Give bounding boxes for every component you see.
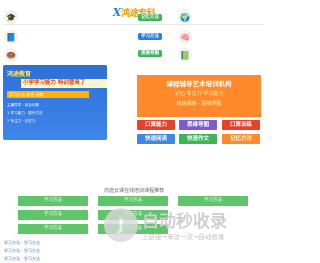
top-item-label: 思维导图: [138, 50, 162, 57]
header-divider: [4, 24, 264, 25]
button-course[interactable]: 口算训练: [222, 120, 260, 130]
course-link[interactable]: 学习方法: [98, 196, 168, 206]
top-item-4[interactable]: 🧠: [178, 30, 192, 44]
promo-headline: 小学学习能力 特训营来了: [21, 79, 107, 88]
course-icon: 🍩: [4, 48, 18, 62]
top-item-1[interactable]: 🎓: [4, 10, 18, 24]
section-title: 鸿途云课在线培训课程推荐: [103, 188, 164, 194]
promo-right-line: 记忆·专注力·学习能力: [174, 91, 224, 97]
site-logo[interactable]: X鸿途专科: [0, 6, 268, 19]
promo-row: 主编导学 · 综合训练: [7, 103, 40, 107]
course-icon: 🧠: [178, 30, 192, 44]
top-item-1-text[interactable]: 记忆方法: [138, 14, 162, 21]
footer-link[interactable]: 学习方法 · 学习方法: [4, 248, 40, 254]
button-course[interactable]: 快速作文: [179, 134, 217, 144]
top-item-5[interactable]: 🍩: [4, 48, 18, 62]
promo-banner-left[interactable]: 鸿途教育 小学学习能力 特训营来了 学习方法 综合 训练 主编导学 · 综合训练…: [3, 65, 107, 140]
top-item-3[interactable]: 📘: [4, 30, 18, 44]
logo-x: X: [112, 6, 122, 19]
top-item-label: 学习方法: [138, 33, 162, 40]
footer-link[interactable]: 学习方法 · 学习方法: [4, 240, 40, 246]
promo-banner-right[interactable]: 课程辅导艺术培训机构 记忆·专注力·学习能力 快速阅读 · 思维导图: [137, 75, 261, 117]
button-course[interactable]: 快速阅读: [137, 134, 175, 144]
button-course[interactable]: 思维导图: [179, 120, 217, 130]
promo-right-title: 课程辅导艺术培训机构: [166, 80, 232, 88]
promo-row: 2 专注力 · 记忆力: [7, 119, 36, 123]
top-item-3-text[interactable]: 学习方法: [138, 33, 162, 40]
course-icon: 📗: [178, 48, 192, 62]
course-icon: 🌍: [178, 10, 192, 24]
promo-sub: 学习方法 综合 训练: [7, 91, 89, 98]
course-icon: 📘: [4, 30, 18, 44]
button-course[interactable]: 记忆方法: [222, 134, 260, 144]
top-item-5-text[interactable]: 思维导图: [138, 50, 162, 57]
button-course[interactable]: 口算能力: [137, 120, 175, 130]
watermark-title: 自动秒收录: [142, 212, 227, 232]
course-link[interactable]: 学习方法: [18, 224, 88, 234]
course-link[interactable]: 学习方法: [18, 210, 88, 220]
top-item-6[interactable]: 📗: [178, 48, 192, 62]
top-item-label: 记忆方法: [138, 14, 162, 21]
promo-brand: 鸿途教育: [7, 71, 32, 78]
watermark-subtitle: 上链接→来访一次→自动收录: [142, 233, 225, 241]
course-icon: 🎓: [4, 10, 18, 24]
footer-link[interactable]: 学习方法 · 学习方法: [4, 256, 40, 262]
course-link[interactable]: 学习方法: [178, 196, 248, 206]
watermark-logo: J: [104, 208, 138, 242]
promo-right-line: 快速阅读 · 思维导图: [176, 101, 222, 107]
top-item-2[interactable]: 🌍: [178, 10, 192, 24]
course-link[interactable]: 学习方法: [18, 196, 88, 206]
promo-row: 1 学习能力 · 提升方法: [7, 111, 43, 115]
